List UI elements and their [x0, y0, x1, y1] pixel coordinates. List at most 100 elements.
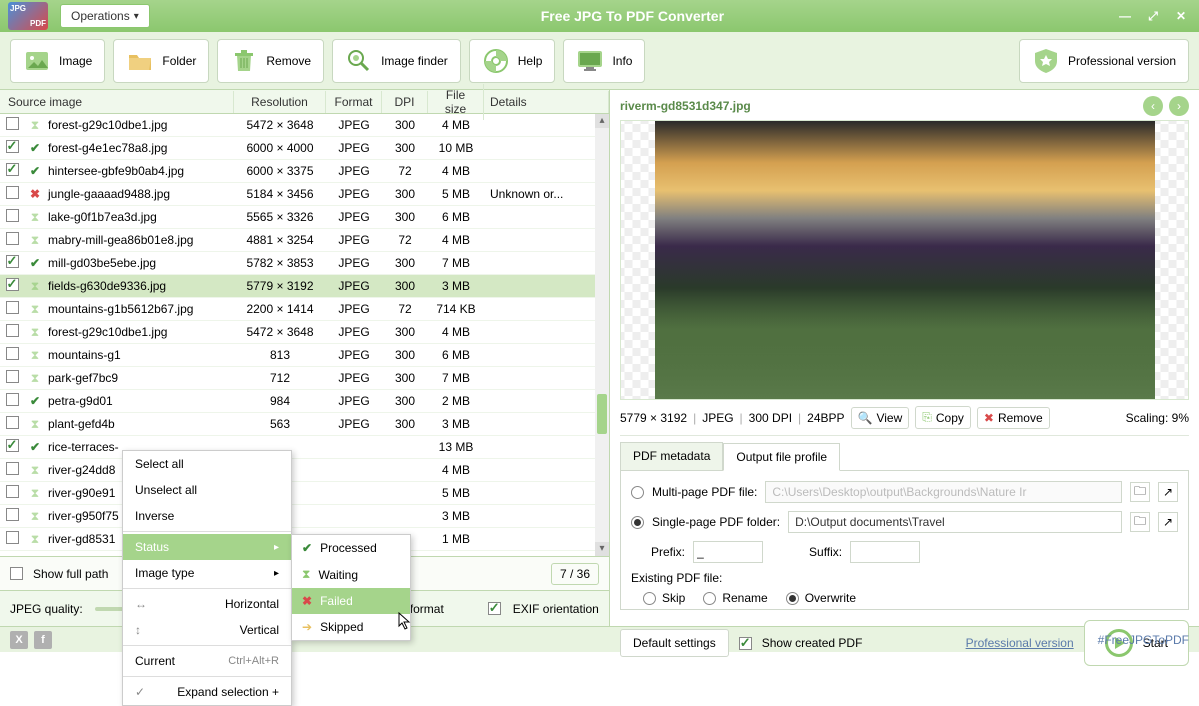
info-button[interactable]: Info — [563, 39, 645, 83]
scroll-thumb[interactable] — [597, 394, 607, 434]
table-row[interactable]: ⧗fields-g630de9336.jpg5779 × 3192JPEG300… — [0, 275, 609, 298]
pro-version-link[interactable]: Professional version — [966, 636, 1074, 650]
ctx-horizontal[interactable]: ↔Horizontal — [123, 591, 291, 617]
col-resolution[interactable]: Resolution — [234, 91, 326, 113]
show-full-path-checkbox[interactable] — [10, 567, 23, 580]
ctx-current[interactable]: CurrentCtrl+Alt+R — [123, 648, 291, 674]
table-row[interactable]: ⧗mountains-g1b5612b67.jpg2200 × 1414JPEG… — [0, 298, 609, 321]
scroll-up-arrow[interactable]: ▴ — [595, 114, 609, 128]
prev-image-button[interactable]: ‹ — [1143, 96, 1163, 116]
table-row[interactable]: ⧗mabry-mill-gea86b01e8.jpg4881 × 3254JPE… — [0, 229, 609, 252]
scroll-down-arrow[interactable]: ▾ — [595, 542, 609, 556]
help-button[interactable]: Help — [469, 39, 556, 83]
prefix-input[interactable] — [693, 541, 763, 563]
singlepage-path-input[interactable] — [788, 511, 1122, 533]
browse-singlepage-button[interactable]: 🗀 — [1130, 512, 1150, 532]
show-created-checkbox[interactable] — [739, 637, 752, 650]
remove-preview-button[interactable]: ✖Remove — [977, 407, 1050, 429]
table-row[interactable]: ⧗river-g950f753 MB — [0, 505, 609, 528]
table-row[interactable]: ✔petra-g9d01984JPEG3002 MB — [0, 390, 609, 413]
vertical-scrollbar[interactable]: ▴ ▾ — [595, 114, 609, 556]
col-format[interactable]: Format — [326, 91, 382, 113]
row-checkbox[interactable] — [6, 439, 19, 452]
row-checkbox[interactable] — [6, 347, 19, 360]
row-checkbox[interactable] — [6, 255, 19, 268]
row-checkbox[interactable] — [6, 163, 19, 176]
copy-button[interactable]: ⎘Copy — [915, 406, 971, 429]
default-settings-button[interactable]: Default settings — [620, 629, 729, 657]
col-source[interactable]: Source image — [0, 91, 234, 113]
twitter-icon[interactable]: X — [10, 631, 28, 649]
rename-radio[interactable] — [703, 592, 716, 605]
image-finder-button[interactable]: Image finder — [332, 39, 461, 83]
row-checkbox[interactable] — [6, 278, 19, 291]
tab-output-profile[interactable]: Output file profile — [723, 443, 840, 471]
table-row[interactable]: ⧗lake-g0f1b7ea3d.jpg5565 × 3326JPEG3006 … — [0, 206, 609, 229]
ctx-select-all[interactable]: Select all — [123, 451, 291, 477]
table-row[interactable]: ✔hintersee-gbfe9b0ab4.jpg6000 × 3375JPEG… — [0, 160, 609, 183]
table-row[interactable]: ⧗forest-g29c10dbe1.jpg5472 × 3648JPEG300… — [0, 114, 609, 137]
ctx-expand[interactable]: ✓Expand selection + — [123, 679, 291, 705]
operations-dropdown[interactable]: Operations — [60, 4, 150, 28]
ctx-inverse[interactable]: Inverse — [123, 503, 291, 529]
skip-radio[interactable] — [643, 592, 656, 605]
remove-button[interactable]: Remove — [217, 39, 324, 83]
table-row[interactable]: ✔rice-terraces-13 MB — [0, 436, 609, 459]
ctx-status[interactable]: Status — [123, 534, 291, 560]
next-image-button[interactable]: › — [1169, 96, 1189, 116]
ctx-vertical[interactable]: ↕Vertical — [123, 617, 291, 643]
table-row[interactable]: ⧗forest-g29c10dbe1.jpg5472 × 3648JPEG300… — [0, 321, 609, 344]
facebook-icon[interactable]: f — [34, 631, 52, 649]
row-checkbox[interactable] — [6, 508, 19, 521]
row-checkbox[interactable] — [6, 462, 19, 475]
details: Unknown or... — [484, 187, 609, 201]
suffix-input[interactable] — [850, 541, 920, 563]
table-row[interactable]: ⧗river-g24dd84 MB — [0, 459, 609, 482]
sub-processed[interactable]: ✔Processed — [292, 535, 410, 561]
view-button[interactable]: 🔍View — [851, 407, 910, 429]
ctx-image-type[interactable]: Image type — [123, 560, 291, 586]
sub-waiting[interactable]: ⧗Waiting — [292, 561, 410, 588]
maximize-button[interactable]: ⤢ — [1143, 8, 1163, 24]
table-row[interactable]: ⧗plant-gefd4b563JPEG3003 MB — [0, 413, 609, 436]
table-row[interactable]: ⧗mountains-g1813JPEG3006 MB — [0, 344, 609, 367]
filesize: 3 MB — [428, 417, 484, 431]
open-multipage-button[interactable]: ↗ — [1158, 482, 1178, 502]
tab-pdf-metadata[interactable]: PDF metadata — [620, 442, 723, 470]
row-checkbox[interactable] — [6, 485, 19, 498]
row-checkbox[interactable] — [6, 370, 19, 383]
image-button[interactable]: Image — [10, 39, 105, 83]
close-button[interactable]: ✕ — [1171, 8, 1191, 24]
sub-failed[interactable]: ✖Failed — [292, 588, 410, 614]
minimize-button[interactable]: — — [1115, 8, 1135, 24]
row-checkbox[interactable] — [6, 301, 19, 314]
row-checkbox[interactable] — [6, 232, 19, 245]
folder-button[interactable]: Folder — [113, 39, 209, 83]
row-checkbox[interactable] — [6, 531, 19, 544]
row-checkbox[interactable] — [6, 117, 19, 130]
row-checkbox[interactable] — [6, 186, 19, 199]
pro-version-button[interactable]: Professional version — [1019, 39, 1189, 83]
row-checkbox[interactable] — [6, 416, 19, 429]
hashtag-link[interactable]: #FreeJPGToPDF — [1098, 633, 1189, 647]
table-row[interactable]: ✖jungle-gaaaad9488.jpg5184 × 3456JPEG300… — [0, 183, 609, 206]
exif-checkbox[interactable] — [488, 602, 501, 615]
table-row[interactable]: ✔mill-gd03be5ebe.jpg5782 × 3853JPEG3007 … — [0, 252, 609, 275]
browse-multipage-button[interactable]: 🗀 — [1130, 482, 1150, 502]
singlepage-radio[interactable] — [631, 516, 644, 529]
multipage-radio[interactable] — [631, 486, 644, 499]
col-details[interactable]: Details — [484, 91, 609, 113]
open-singlepage-button[interactable]: ↗ — [1158, 512, 1178, 532]
row-checkbox[interactable] — [6, 393, 19, 406]
multipage-path-input[interactable] — [765, 481, 1122, 503]
row-checkbox[interactable] — [6, 324, 19, 337]
table-row[interactable]: ⧗park-gef7bc9712JPEG3007 MB — [0, 367, 609, 390]
table-row[interactable]: ✔forest-g4e1ec78a8.jpg6000 × 4000JPEG300… — [0, 137, 609, 160]
row-checkbox[interactable] — [6, 209, 19, 222]
row-checkbox[interactable] — [6, 140, 19, 153]
overwrite-radio[interactable] — [786, 592, 799, 605]
sub-skipped[interactable]: ➔Skipped — [292, 614, 410, 640]
table-row[interactable]: ⧗river-g90e915 MB — [0, 482, 609, 505]
ctx-unselect-all[interactable]: Unselect all — [123, 477, 291, 503]
col-dpi[interactable]: DPI — [382, 91, 428, 113]
